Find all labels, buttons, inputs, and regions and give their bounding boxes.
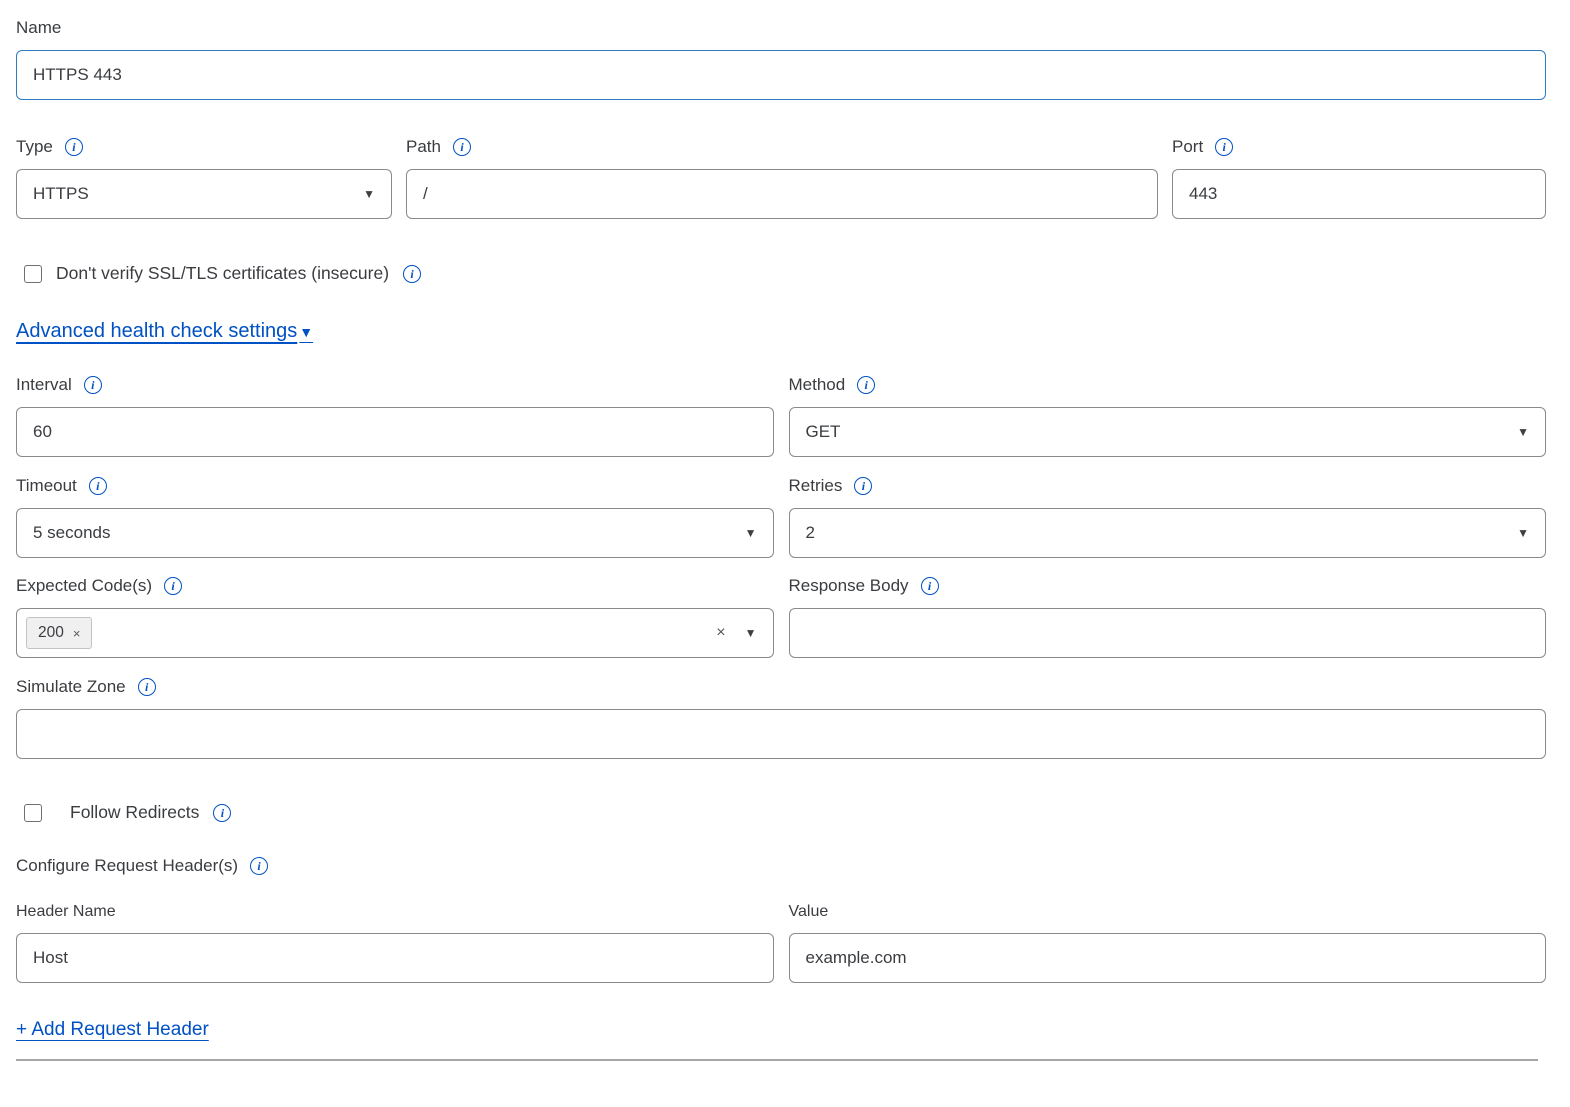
request-headers-section-label: Configure Request Header(s) <box>16 856 238 876</box>
info-icon[interactable]: i <box>857 376 875 394</box>
name-field: Name <box>16 18 1546 100</box>
timeout-select-value: 5 seconds <box>33 523 111 543</box>
timeout-field: Timeout i 5 seconds ▼ <box>16 476 774 558</box>
path-label: Path <box>406 137 441 157</box>
interval-method-row: Interval i Method i GET ▼ <box>16 375 1546 457</box>
info-icon[interactable]: i <box>453 138 471 156</box>
interval-label: Interval <box>16 375 72 395</box>
response-body-field: Response Body i <box>789 576 1547 658</box>
add-request-header-link[interactable]: + Add Request Header <box>16 1019 209 1041</box>
retries-select[interactable]: 2 ▼ <box>789 508 1547 558</box>
chevron-down-icon: ▼ <box>299 324 313 340</box>
remove-tag-icon[interactable]: × <box>73 627 81 640</box>
clear-all-icon[interactable]: × <box>716 625 725 641</box>
timeout-retries-row: Timeout i 5 seconds ▼ Retries i 2 ▼ <box>16 476 1546 558</box>
retries-field: Retries i 2 ▼ <box>789 476 1547 558</box>
simulate-zone-input[interactable] <box>16 709 1546 759</box>
method-field: Method i GET ▼ <box>789 375 1547 457</box>
timeout-select[interactable]: 5 seconds ▼ <box>16 508 774 558</box>
type-field: Type i HTTPS ▼ <box>16 137 392 219</box>
retries-label: Retries <box>789 476 843 496</box>
chevron-down-icon: ▼ <box>745 527 757 539</box>
chevron-down-icon: ▼ <box>745 627 757 639</box>
path-input[interactable] <box>406 169 1158 219</box>
header-row: Header Name Value <box>16 903 1546 983</box>
header-name-label: Header Name <box>16 903 116 921</box>
info-icon[interactable]: i <box>89 477 107 495</box>
simulate-zone-label: Simulate Zone <box>16 677 126 697</box>
chevron-down-icon: ▼ <box>1517 426 1529 438</box>
path-field: Path i <box>406 137 1158 219</box>
method-select[interactable]: GET ▼ <box>789 407 1547 457</box>
advanced-settings-link-text: Advanced health check settings <box>16 320 297 343</box>
info-icon[interactable]: i <box>84 376 102 394</box>
code-tag-value: 200 <box>38 624 64 642</box>
type-path-port-row: Type i HTTPS ▼ Path i Port i <box>16 137 1546 219</box>
header-value-input[interactable] <box>789 933 1547 983</box>
advanced-settings-link[interactable]: Advanced health check settings▼ <box>16 320 313 343</box>
type-select-value: HTTPS <box>33 184 89 204</box>
type-label: Type <box>16 137 53 157</box>
method-label: Method <box>789 375 846 395</box>
method-select-value: GET <box>806 422 841 442</box>
name-label: Name <box>16 18 61 38</box>
info-icon[interactable]: i <box>164 577 182 595</box>
info-icon[interactable]: i <box>1215 138 1233 156</box>
simulate-zone-field: Simulate Zone i <box>16 677 1546 759</box>
chevron-down-icon: ▼ <box>363 188 375 200</box>
info-icon[interactable]: i <box>213 804 231 822</box>
codes-body-row: Expected Code(s) i 200 × × ▼ Response Bo… <box>16 576 1546 658</box>
port-input[interactable] <box>1172 169 1546 219</box>
expected-codes-label: Expected Code(s) <box>16 576 152 596</box>
info-icon[interactable]: i <box>921 577 939 595</box>
response-body-label: Response Body <box>789 576 909 596</box>
header-name-field: Header Name <box>16 903 774 983</box>
follow-redirects-label: Follow Redirects <box>70 802 199 823</box>
info-icon[interactable]: i <box>138 678 156 696</box>
info-icon[interactable]: i <box>65 138 83 156</box>
ssl-verify-row: Don't verify SSL/TLS certificates (insec… <box>16 263 1546 284</box>
follow-redirects-row: Follow Redirects i <box>16 802 1546 823</box>
response-body-input[interactable] <box>789 608 1547 658</box>
header-name-input[interactable] <box>16 933 774 983</box>
expected-codes-multiselect[interactable]: 200 × × ▼ <box>16 608 774 658</box>
info-icon[interactable]: i <box>403 265 421 283</box>
info-icon[interactable]: i <box>854 477 872 495</box>
interval-input[interactable] <box>16 407 774 457</box>
expected-codes-field: Expected Code(s) i 200 × × ▼ <box>16 576 774 658</box>
code-tag: 200 × <box>26 617 92 649</box>
header-value-field: Value <box>789 903 1547 983</box>
follow-redirects-checkbox[interactable] <box>24 804 42 822</box>
retries-select-value: 2 <box>806 523 815 543</box>
timeout-label: Timeout <box>16 476 77 496</box>
name-input[interactable] <box>16 50 1546 100</box>
ssl-verify-label: Don't verify SSL/TLS certificates (insec… <box>56 263 389 284</box>
chevron-down-icon: ▼ <box>1517 527 1529 539</box>
port-field: Port i <box>1172 137 1546 219</box>
type-select[interactable]: HTTPS ▼ <box>16 169 392 219</box>
header-value-label: Value <box>789 903 829 921</box>
request-headers-section: Configure Request Header(s) i <box>16 856 1546 876</box>
info-icon[interactable]: i <box>250 857 268 875</box>
port-label: Port <box>1172 137 1203 157</box>
section-divider <box>16 1059 1538 1061</box>
ssl-verify-checkbox[interactable] <box>24 265 42 283</box>
interval-field: Interval i <box>16 375 774 457</box>
